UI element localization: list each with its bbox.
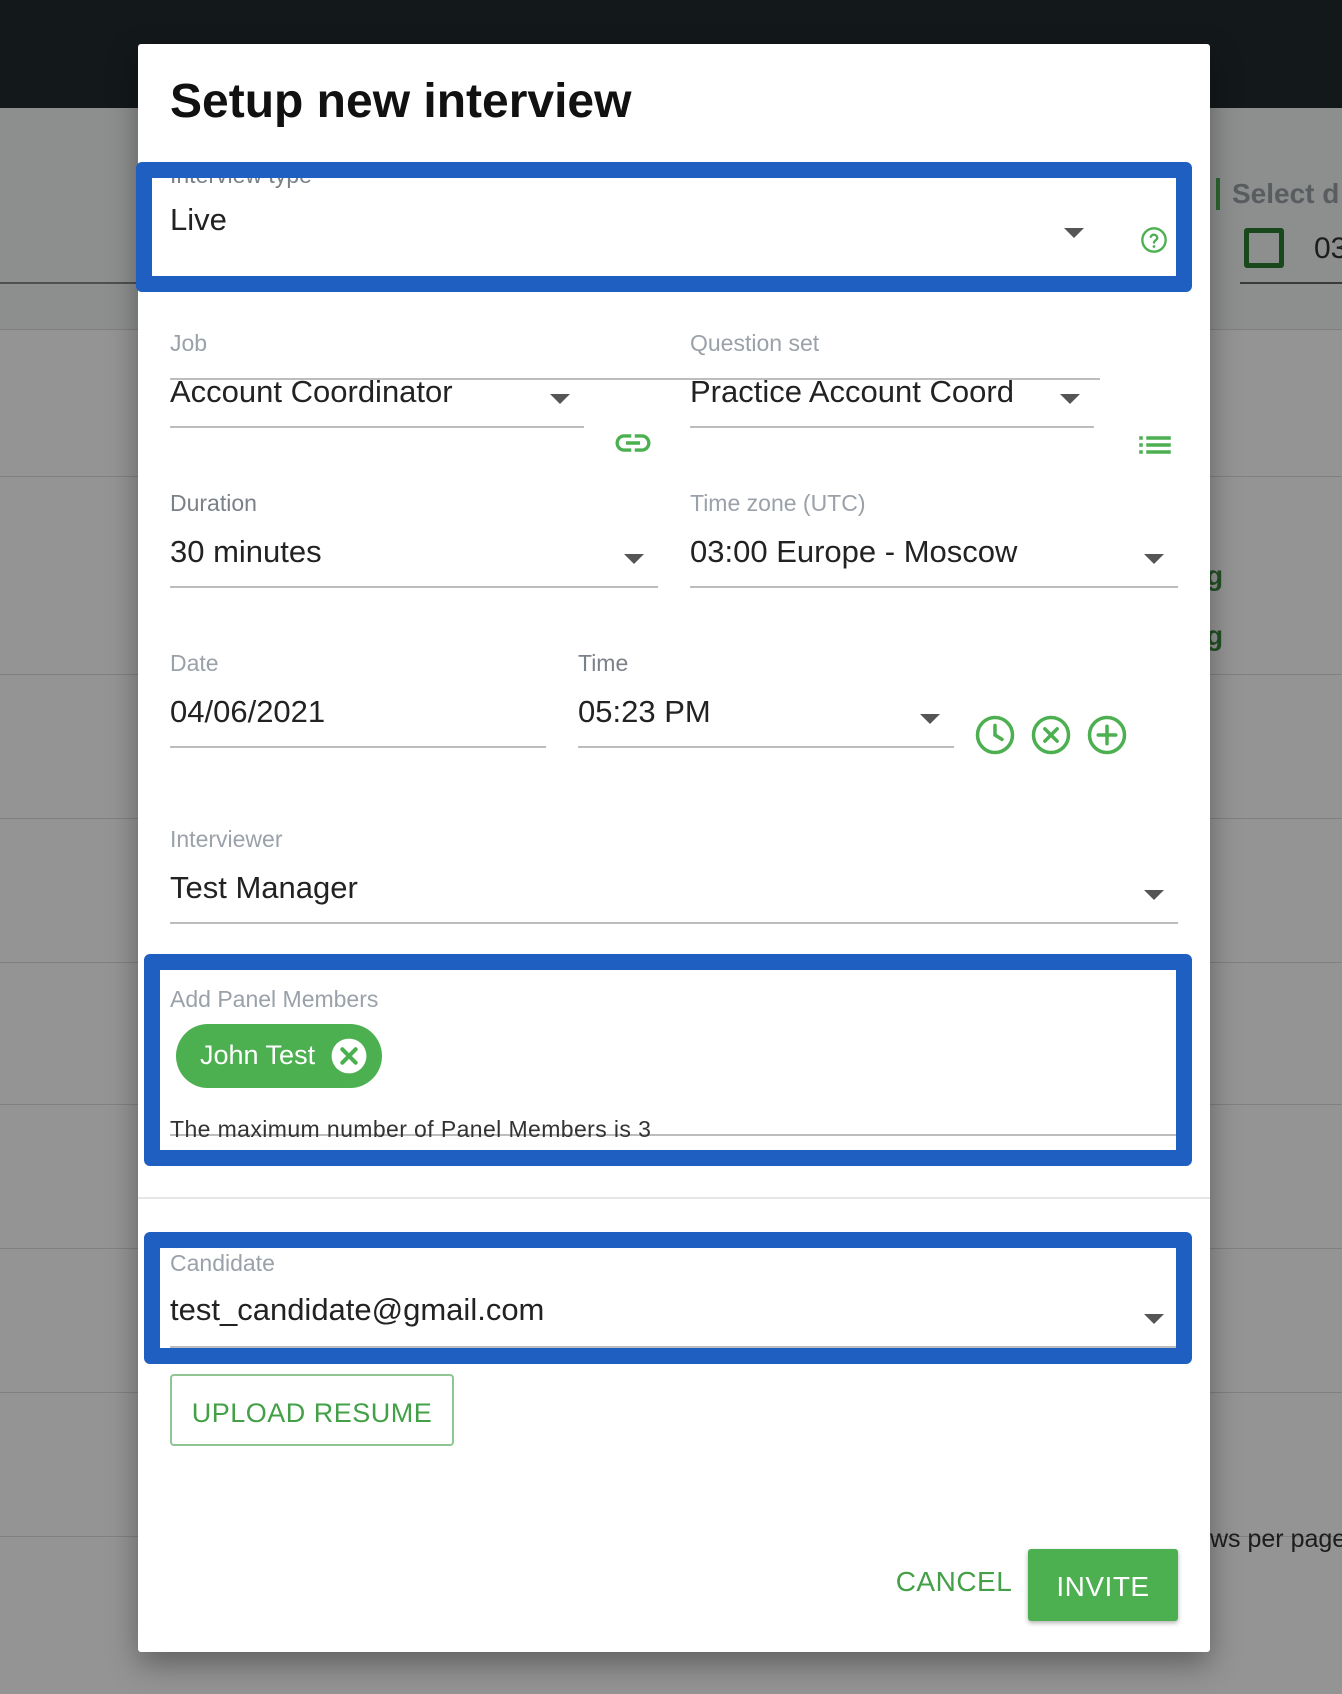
cancel-label: CANCEL bbox=[895, 1566, 1013, 1597]
interviewer-underline bbox=[170, 922, 1178, 924]
time-value: 05:23 PM bbox=[578, 694, 711, 729]
upload-resume-button[interactable]: UPLOAD RESUME bbox=[170, 1374, 454, 1446]
time-underline bbox=[578, 746, 954, 748]
interviewer-label: Interviewer bbox=[170, 826, 283, 852]
highlight-frame-interview-type bbox=[136, 162, 1192, 292]
job-value: Account Coordinator bbox=[170, 374, 453, 409]
duration-value: 30 minutes bbox=[170, 534, 322, 569]
chevron-down-icon bbox=[1060, 394, 1080, 404]
chevron-down-icon bbox=[624, 554, 644, 564]
question-set-select[interactable]: Question set Practice Account Coord bbox=[690, 330, 1094, 470]
highlight-frame-panel-members bbox=[144, 954, 1192, 1166]
interviewer-select[interactable]: Interviewer Test Manager bbox=[170, 826, 1178, 966]
job-label: Job bbox=[170, 330, 208, 356]
section-divider bbox=[138, 1197, 1210, 1199]
add-circle-icon[interactable] bbox=[1086, 714, 1128, 756]
duration-select[interactable]: Duration 30 minutes bbox=[170, 490, 658, 630]
date-underline bbox=[170, 746, 546, 748]
job-underline bbox=[170, 426, 584, 428]
time-zone-value: 03:00 Europe - Moscow bbox=[690, 534, 1018, 569]
invite-label: INVITE bbox=[1056, 1571, 1150, 1602]
time-zone-underline bbox=[690, 586, 1178, 588]
dialog-title: Setup new interview bbox=[170, 75, 632, 128]
chevron-down-icon bbox=[1144, 890, 1164, 900]
question-set-underline bbox=[690, 426, 1094, 428]
time-zone-label: Time zone (UTC) bbox=[690, 490, 866, 516]
duration-label: Duration bbox=[170, 490, 257, 516]
date-value: 04/06/2021 bbox=[170, 694, 326, 729]
chevron-down-icon bbox=[920, 714, 940, 724]
clear-circle-icon[interactable] bbox=[1030, 714, 1072, 756]
upload-resume-label: UPLOAD RESUME bbox=[191, 1398, 433, 1428]
invite-button[interactable]: INVITE bbox=[1028, 1549, 1178, 1621]
cancel-button[interactable]: CANCEL bbox=[878, 1548, 1030, 1612]
list-icon[interactable] bbox=[1134, 424, 1176, 466]
time-zone-select[interactable]: Time zone (UTC) 03:00 Europe - Moscow bbox=[690, 490, 1178, 630]
interviewer-value: Test Manager bbox=[170, 870, 358, 905]
time-select[interactable]: Time 05:23 PM bbox=[578, 650, 954, 790]
clock-icon[interactable] bbox=[974, 714, 1016, 756]
chevron-down-icon bbox=[550, 394, 570, 404]
question-set-label: Question set bbox=[690, 330, 820, 356]
date-label: Date bbox=[170, 650, 219, 676]
highlight-frame-candidate bbox=[144, 1232, 1192, 1364]
date-input[interactable]: Date 04/06/2021 bbox=[170, 650, 546, 790]
time-label: Time bbox=[578, 650, 629, 676]
setup-interview-dialog: Setup new interview Interview type Live … bbox=[136, 44, 1210, 1652]
duration-underline bbox=[170, 586, 658, 588]
job-select[interactable]: Job Account Coordinator bbox=[170, 330, 584, 470]
question-set-value: Practice Account Coord bbox=[690, 374, 1014, 409]
link-icon[interactable] bbox=[612, 422, 654, 464]
chevron-down-icon bbox=[1144, 554, 1164, 564]
